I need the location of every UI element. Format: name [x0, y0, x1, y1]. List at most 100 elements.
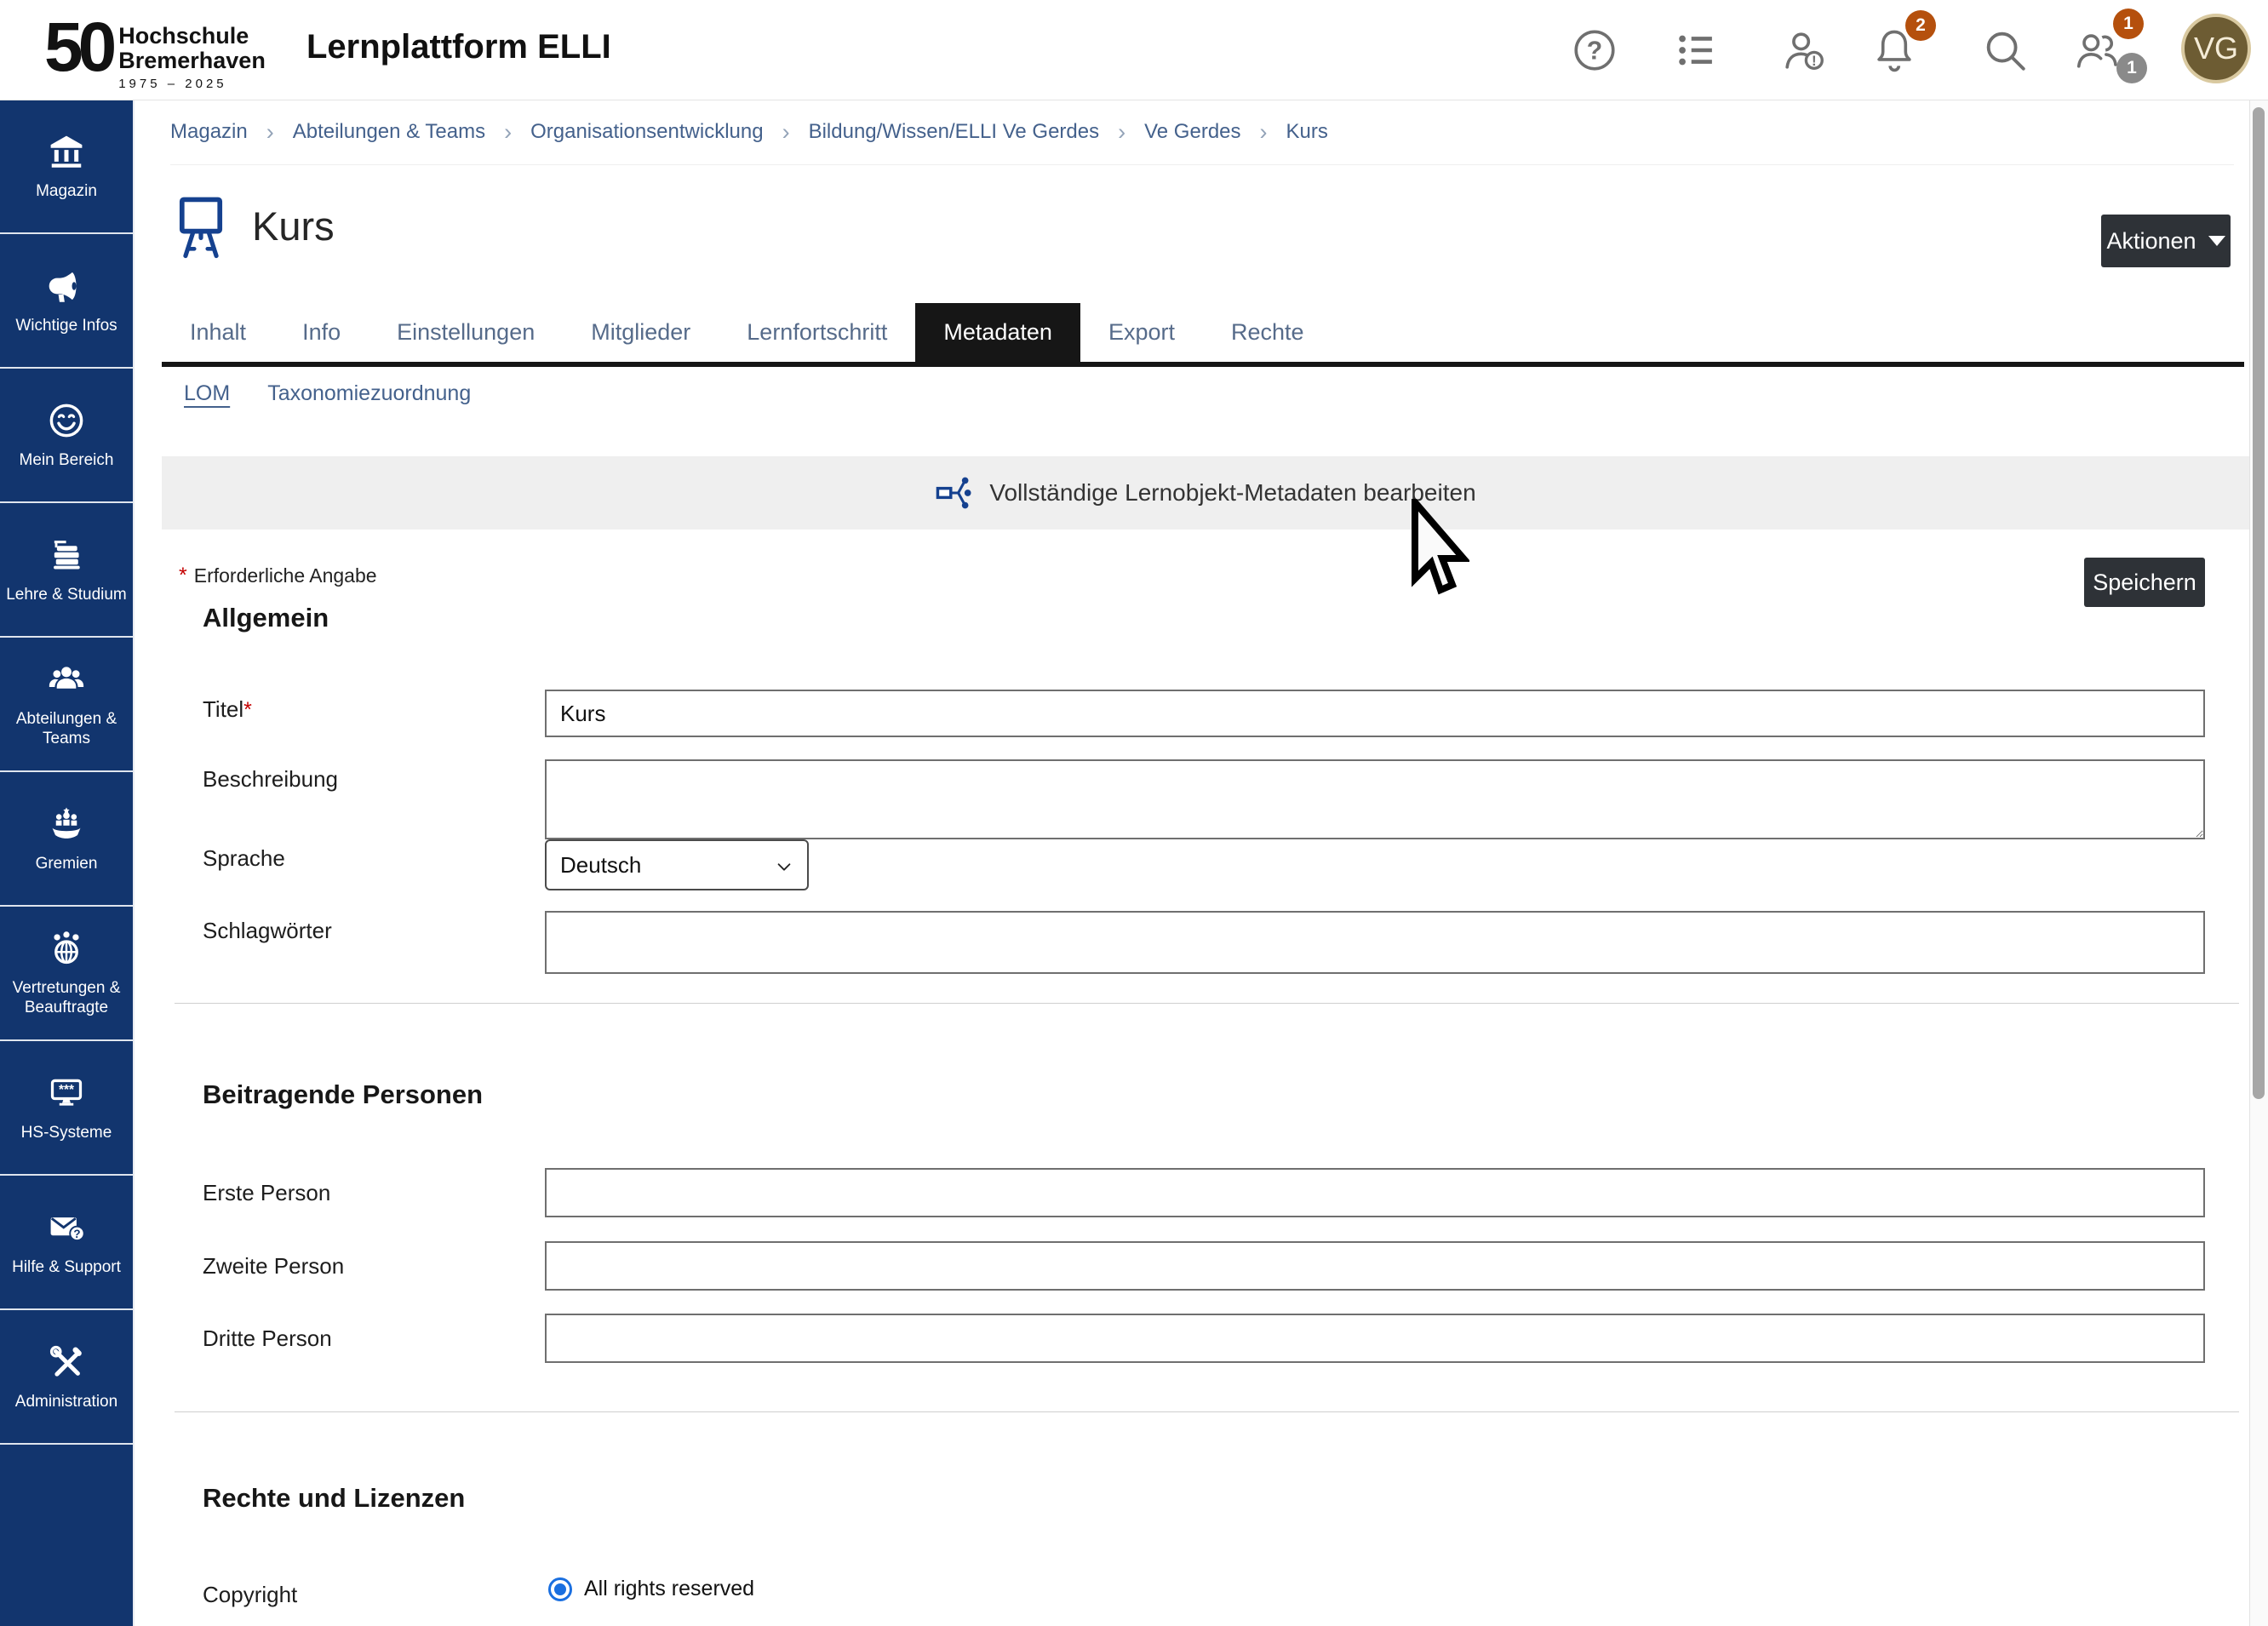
chevron-down-icon: [775, 856, 793, 874]
tab-einstellungen[interactable]: Einstellungen: [369, 303, 563, 362]
sidebar-item-gremien[interactable]: Gremien: [0, 772, 133, 907]
breadcrumb-separator: ›: [1118, 119, 1125, 146]
logo-text: Hochschule Bremerhaven 1975 – 2025: [118, 24, 266, 91]
sprache-select[interactable]: Deutsch: [545, 839, 809, 890]
sidebar-item-label: Mein Bereich: [15, 450, 118, 470]
object-tabs: Inhalt Info Einstellungen Mitglieder Ler…: [162, 303, 2244, 367]
smiley-icon: [47, 401, 86, 440]
logo-name-line1: Hochschule: [118, 24, 266, 49]
logo-anniversary-number: 50: [44, 9, 112, 87]
breadcrumb-separator: ›: [504, 119, 512, 146]
titel-required-asterisk: *: [243, 698, 252, 722]
sidebar-item-wichtige-infos[interactable]: Wichtige Infos: [0, 234, 133, 369]
actions-button-label: Aktionen: [2106, 228, 2196, 255]
schlagwoerter-input[interactable]: [545, 911, 2205, 974]
sidebar-item-vertretungen-beauftragte[interactable]: Vertretungen & Beauftragte: [0, 907, 133, 1041]
contacts-icon[interactable]: [2072, 26, 2122, 75]
todo-list-icon[interactable]: [1672, 26, 1721, 75]
schlagwoerter-label: Schlagwörter: [203, 918, 332, 944]
page: { "header": { "logo_number": "50", "logo…: [0, 0, 2268, 1626]
vertical-scrollbar-track[interactable]: [2249, 100, 2268, 1626]
university-logo: 50 Hochschule Bremerhaven 1975 – 2025: [44, 9, 266, 91]
app-title: Lernplattform ELLI: [306, 28, 611, 66]
svg-text:***: ***: [59, 1083, 74, 1097]
subtab-taxonomiezuordnung[interactable]: Taxonomiezuordnung: [267, 381, 471, 406]
sidebar-item-label: Hilfe & Support: [8, 1257, 125, 1277]
breadcrumb-link[interactable]: Magazin: [170, 120, 248, 144]
tab-lernfortschritt[interactable]: Lernfortschritt: [719, 303, 915, 362]
breadcrumb-separator: ›: [1260, 119, 1268, 146]
sidebar-item-label: Magazin: [32, 181, 101, 201]
vertical-scrollbar-thumb[interactable]: [2253, 107, 2265, 1099]
main-sidebar: Magazin Wichtige Infos Mein Bereich Lehr…: [0, 100, 135, 1626]
tab-info[interactable]: Info: [274, 303, 369, 362]
titel-label-text: Titel: [203, 696, 243, 722]
edit-full-metadata-banner[interactable]: Vollständige Lernobjekt-Metadaten bearbe…: [162, 456, 2249, 530]
titel-input[interactable]: [545, 690, 2205, 737]
sidebar-item-mein-bereich[interactable]: Mein Bereich: [0, 369, 133, 503]
sidebar-item-magazin[interactable]: Magazin: [0, 100, 133, 234]
beschreibung-label: Beschreibung: [203, 766, 338, 793]
breadcrumb-link[interactable]: Organisationsentwicklung: [530, 120, 763, 144]
help-icon[interactable]: ?: [1570, 26, 1619, 75]
breadcrumb-link[interactable]: Bildung/Wissen/ELLI Ve Gerdes: [809, 120, 1100, 144]
breadcrumb: Magazin › Abteilungen & Teams › Organisa…: [170, 100, 2234, 165]
metadata-subtabs: LOM Taxonomiezuordnung: [184, 381, 471, 406]
breadcrumb-link[interactable]: Kurs: [1286, 120, 1328, 144]
zweite-person-input[interactable]: [545, 1241, 2205, 1291]
megaphone-icon: [47, 266, 86, 306]
breadcrumb-link[interactable]: Abteilungen & Teams: [293, 120, 485, 144]
radio-dot: [554, 1583, 566, 1595]
sidebar-item-hilfe-support[interactable]: ? Hilfe & Support: [0, 1176, 133, 1310]
sidebar-item-abteilungen-teams[interactable]: Abteilungen & Teams: [0, 638, 133, 772]
actions-button[interactable]: Aktionen: [2101, 215, 2231, 267]
tab-metadaten[interactable]: Metadaten: [915, 303, 1080, 362]
section-heading-allgemein: Allgemein: [203, 603, 329, 633]
beschreibung-textarea[interactable]: [545, 759, 2205, 839]
copyright-radio-row: All rights reserved: [548, 1577, 754, 1601]
tab-export[interactable]: Export: [1080, 303, 1203, 362]
section-heading-rechte: Rechte und Lizenzen: [203, 1483, 465, 1514]
required-asterisk: *: [179, 564, 187, 587]
sidebar-item-lehre-studium[interactable]: Lehre & Studium: [0, 503, 133, 638]
course-flipchart-icon: [175, 192, 227, 264]
tools-icon: [47, 1343, 86, 1382]
sprache-selected-value: Deutsch: [560, 852, 641, 879]
user-avatar[interactable]: VG: [2181, 14, 2251, 83]
monitor-icon: ***: [47, 1074, 86, 1113]
bank-icon: [47, 132, 86, 171]
logo-years: 1975 – 2025: [118, 77, 266, 91]
svg-text:!: !: [1812, 53, 1817, 69]
sidebar-item-label: Wichtige Infos: [11, 316, 121, 335]
search-icon[interactable]: [1980, 26, 2030, 75]
tab-mitglieder[interactable]: Mitglieder: [563, 303, 719, 362]
tab-rechte[interactable]: Rechte: [1203, 303, 1332, 362]
sidebar-item-label: Vertretungen & Beauftragte: [0, 978, 133, 1017]
sidebar-item-hs-systeme[interactable]: *** HS-Systeme: [0, 1041, 133, 1176]
contacts-badge-requests: 1: [2116, 53, 2147, 83]
save-button[interactable]: Speichern: [2084, 558, 2205, 607]
breadcrumb-link[interactable]: Ve Gerdes: [1144, 120, 1240, 144]
erste-person-input[interactable]: [545, 1168, 2205, 1217]
sidebar-item-administration[interactable]: Administration: [0, 1310, 133, 1445]
globe-people-icon: [47, 929, 86, 968]
copyright-option-label: All rights reserved: [584, 1577, 754, 1601]
sidebar-item-label: Abteilungen & Teams: [0, 709, 133, 748]
subtab-lom[interactable]: LOM: [184, 381, 230, 406]
breadcrumb-separator: ›: [266, 119, 274, 146]
required-hint-text: Erforderliche Angabe: [194, 564, 377, 587]
contacts-badge-new: 1: [2113, 9, 2144, 39]
chevron-down-icon: [2208, 236, 2225, 246]
svg-text:?: ?: [73, 1228, 80, 1240]
tab-inhalt[interactable]: Inhalt: [162, 303, 274, 362]
sprache-label: Sprache: [203, 845, 285, 872]
books-icon: [47, 535, 86, 575]
user-session-alert-icon[interactable]: !: [1779, 26, 1829, 75]
dritte-person-input[interactable]: [545, 1314, 2205, 1363]
copyright-label: Copyright: [203, 1582, 297, 1608]
sidebar-item-label: Administration: [11, 1392, 122, 1411]
breadcrumb-separator: ›: [782, 119, 790, 146]
svg-text:?: ?: [1587, 37, 1602, 66]
copyright-radio-selected[interactable]: [548, 1577, 572, 1601]
edit-full-metadata-label: Vollständige Lernobjekt-Metadaten bearbe…: [989, 479, 1475, 507]
